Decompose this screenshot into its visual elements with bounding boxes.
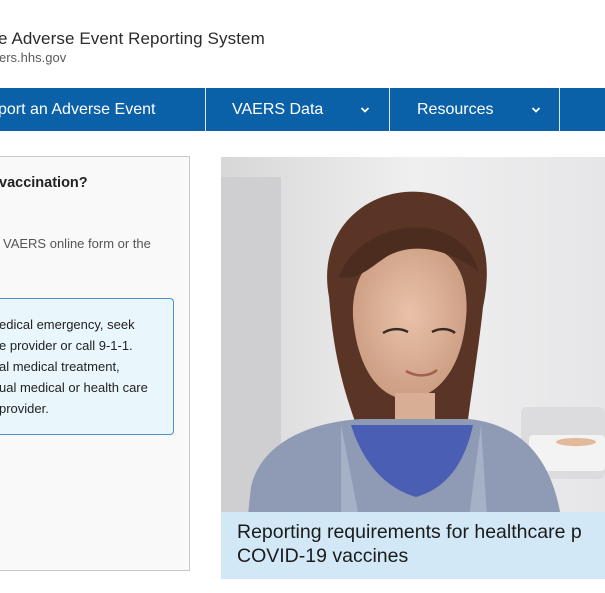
alert-line: al medical treatment, bbox=[0, 359, 120, 374]
nav-item-label: Resources bbox=[417, 100, 494, 118]
chevron-down-icon[interactable] bbox=[531, 88, 541, 131]
nav-item-label: VAERS Data bbox=[232, 100, 324, 118]
alert-line: e provider or call 9-1-1. bbox=[0, 338, 133, 353]
card-text: VAERS online form or the bbox=[3, 236, 151, 251]
nav-divider bbox=[559, 88, 560, 131]
alert-line: ual medical or health care bbox=[0, 380, 148, 395]
alert-line: edical emergency, seek bbox=[0, 317, 135, 332]
nav-divider bbox=[389, 88, 390, 131]
main-navigation: port an Adverse Event VAERS Data Resourc… bbox=[0, 88, 605, 131]
site-url: ers.hhs.gov bbox=[0, 50, 67, 65]
site-title: e Adverse Event Reporting System bbox=[0, 29, 265, 48]
caption-line: Reporting requirements for healthcare p bbox=[237, 521, 582, 543]
alert-line: provider. bbox=[0, 401, 49, 416]
nav-report-adverse-event[interactable]: port an Adverse Event bbox=[0, 88, 155, 131]
nav-divider bbox=[205, 88, 206, 131]
nav-vaers-data[interactable]: VAERS Data bbox=[232, 88, 323, 131]
caption-line: COVID-19 vaccines bbox=[237, 545, 409, 567]
chevron-down-icon[interactable] bbox=[360, 88, 370, 131]
nav-resources[interactable]: Resources bbox=[417, 88, 493, 131]
nav-item-label: port an Adverse Event bbox=[0, 100, 156, 118]
card-heading: vaccination? bbox=[0, 175, 88, 191]
feature-caption[interactable]: Reporting requirements for healthcare p … bbox=[221, 512, 605, 579]
